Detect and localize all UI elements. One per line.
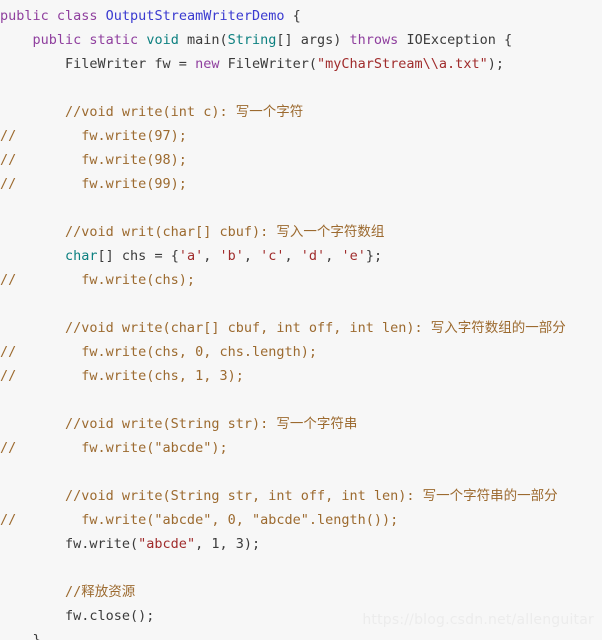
code-token-pl: , [325,248,342,264]
code-token-pl: ); [487,56,504,72]
code-line[interactable]: // fw.write(97); [0,124,602,148]
code-token-pl: , [203,248,220,264]
code-token-pl: , [284,248,301,264]
code-token-pl: [] args) [276,32,350,48]
code-token-cmt: //void write(String str, int off, int le… [0,488,558,504]
code-token-cmt: //void write(String str): 写一个字符串 [0,416,358,432]
code-line[interactable]: //void write(String str, int off, int le… [0,484,602,508]
code-line[interactable]: FileWriter fw = new FileWriter("myCharSt… [0,52,602,76]
code-token-kw: new [195,56,220,72]
code-token-cmt: // fw.write(98); [0,152,187,168]
code-line[interactable] [0,196,602,220]
code-line[interactable]: } [0,628,602,640]
code-token-pl: IOException { [398,32,513,48]
code-token-cmt: //释放资源 [0,584,136,600]
code-token-type: void [146,32,179,48]
code-token-cmt: //void write(char[] cbuf, int off, int l… [0,320,566,336]
code-token-cmt: //void write(int c): 写一个字符 [0,104,304,120]
code-line[interactable]: fw.write("abcde", 1, 3); [0,532,602,556]
code-editor-viewport[interactable]: public class OutputStreamWriterDemo { pu… [0,0,602,640]
code-token-cmt: // fw.write("abcde", 0, "abcde".length()… [0,512,399,528]
code-line[interactable] [0,76,602,100]
code-token-pl: FileWriter fw = [0,56,196,72]
code-token-cmt: // fw.write(chs, 0, chs.length); [0,344,317,360]
code-token-pl: main( [178,32,228,48]
code-token-cmt: // fw.write(99); [0,176,187,192]
code-line[interactable]: // fw.write(chs); [0,268,602,292]
code-token-str: 'b' [219,248,244,264]
code-token-pl: fw.write( [0,536,139,552]
code-line[interactable] [0,460,602,484]
code-token-pl: } [0,632,41,640]
code-line[interactable]: // fw.write(98); [0,148,602,172]
code-token-pl: [] chs = { [97,248,179,264]
code-token-cmt: //void writ(char[] cbuf): 写入一个字符数组 [0,224,385,240]
code-line[interactable]: char[] chs = {'a', 'b', 'c', 'd', 'e'}; [0,244,602,268]
code-token-kw: public class [0,8,106,24]
code-token-pl: , [243,248,261,264]
code-token-type: char [65,248,98,264]
code-token-cmt: // fw.write(97); [0,128,187,144]
code-line[interactable] [0,292,602,316]
code-line[interactable]: // fw.write(chs, 1, 3); [0,364,602,388]
code-token-str: 'e' [341,248,366,264]
code-line[interactable]: // fw.write("abcde"); [0,436,602,460]
code-token-kw: public static [32,32,147,48]
code-token-pl: }; [365,248,383,264]
code-token-type: String [227,32,277,48]
code-line[interactable]: public class OutputStreamWriterDemo { [0,4,602,28]
code-line[interactable]: public static void main(String[] args) t… [0,28,602,52]
code-token-pl: fw.close(); [0,608,155,624]
code-token-cmt: // fw.write(chs); [0,272,196,288]
code-token-str: 'a' [178,248,204,264]
code-line[interactable]: //void write(int c): 写一个字符 [0,100,602,124]
code-line[interactable]: // fw.write(chs, 0, chs.length); [0,340,602,364]
code-token-str: "myCharStream\\a.txt" [317,56,488,72]
code-line[interactable] [0,388,602,412]
code-token-str: 'c' [260,248,285,264]
code-line[interactable]: fw.close(); [0,604,602,628]
code-line[interactable]: //void writ(char[] cbuf): 写入一个字符数组 [0,220,602,244]
code-token-cmt: // fw.write(chs, 1, 3); [0,368,244,384]
code-line[interactable]: //void write(String str): 写一个字符串 [0,412,602,436]
code-token-str: 'd' [300,248,326,264]
code-line[interactable]: // fw.write(99); [0,172,602,196]
code-token-cmt: // fw.write("abcde"); [0,440,228,456]
code-line[interactable]: //void write(char[] cbuf, int off, int l… [0,316,602,340]
code-token-cls: OutputStreamWriterDemo [105,8,285,24]
code-line[interactable]: // fw.write("abcde", 0, "abcde".length()… [0,508,602,532]
code-token-str: "abcde" [138,536,196,552]
code-line[interactable] [0,556,602,580]
code-token-kw: throws [349,32,399,48]
code-token-pl: FileWriter( [219,56,318,72]
code-token-pl: , 1, 3); [195,536,261,552]
code-line[interactable]: //释放资源 [0,580,602,604]
code-token-pl: { [284,8,301,24]
